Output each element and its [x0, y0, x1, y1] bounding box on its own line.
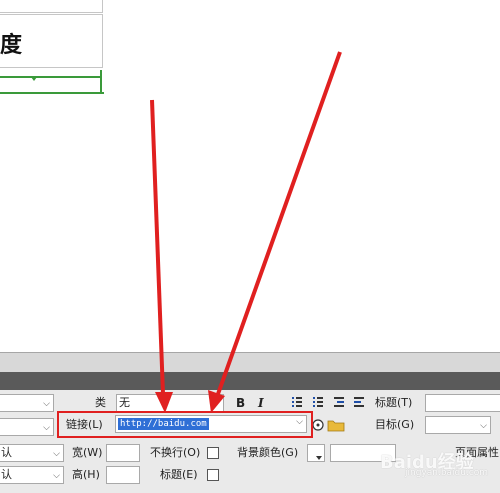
properties-panel-header[interactable]: [0, 372, 500, 390]
table-cell[interactable]: 度: [0, 14, 103, 68]
bold-button[interactable]: B: [236, 396, 245, 410]
browse-folder-icon[interactable]: [327, 420, 345, 432]
title-input[interactable]: [425, 394, 500, 412]
link-tools: [312, 419, 345, 432]
chevron-down-icon: [316, 456, 322, 460]
id-select[interactable]: ⌵: [0, 418, 54, 436]
target-label: 目标(G): [375, 418, 415, 431]
baidu-watermark-url: jingyan.baidu.com: [405, 468, 489, 478]
link-highlight-frame: [57, 411, 313, 438]
horizontal-align-select[interactable]: 认 ⌵: [0, 444, 64, 462]
header-label: 标题(E): [160, 468, 198, 481]
table-guide-bottom: [0, 92, 104, 94]
target-select[interactable]: ⌵: [425, 416, 491, 434]
list-buttons: [292, 397, 364, 407]
design-view[interactable]: 度: [0, 0, 500, 352]
outdent-icon[interactable]: [334, 397, 344, 407]
height-input[interactable]: [106, 466, 140, 484]
point-to-file-icon[interactable]: [312, 419, 324, 431]
vertical-align-select[interactable]: 认 ⌵: [0, 466, 64, 484]
italic-button[interactable]: I: [258, 396, 264, 410]
chevron-down-icon: ⌵: [480, 421, 487, 431]
table-cell-top[interactable]: [0, 0, 103, 13]
width-input[interactable]: [106, 444, 140, 462]
ordered-list-icon[interactable]: [313, 397, 323, 407]
table-width-guide: [0, 76, 102, 78]
height-label: 高(H): [72, 468, 100, 481]
chevron-down-icon: ⌵: [43, 423, 50, 433]
bgcolor-label: 背景颜色(G): [237, 446, 299, 459]
width-label: 宽(W): [72, 446, 103, 459]
nowrap-label: 不换行(O): [150, 446, 201, 459]
indent-icon[interactable]: [354, 397, 364, 407]
unordered-list-icon[interactable]: [292, 397, 302, 407]
nowrap-checkbox[interactable]: [207, 447, 219, 459]
title-label: 标题(T): [375, 396, 413, 409]
table-guide-tick: [100, 70, 102, 94]
horizontal-default-value: 认: [1, 446, 12, 459]
panel-splitter[interactable]: [0, 352, 500, 373]
class-value: 无: [119, 396, 130, 409]
chevron-down-icon: ⌵: [53, 471, 60, 481]
format-select[interactable]: ⌵: [0, 394, 54, 412]
chevron-down-icon: ⌵: [43, 399, 50, 409]
column-menu-arrow-icon[interactable]: [31, 77, 37, 81]
bgcolor-swatch[interactable]: [307, 444, 325, 462]
vertical-default-value: 认: [1, 468, 12, 481]
cell-text: 度: [0, 33, 23, 58]
class-select[interactable]: 无: [116, 394, 224, 412]
chevron-down-icon: ⌵: [53, 449, 60, 459]
class-label: 类: [95, 396, 106, 409]
header-checkbox[interactable]: [207, 469, 219, 481]
